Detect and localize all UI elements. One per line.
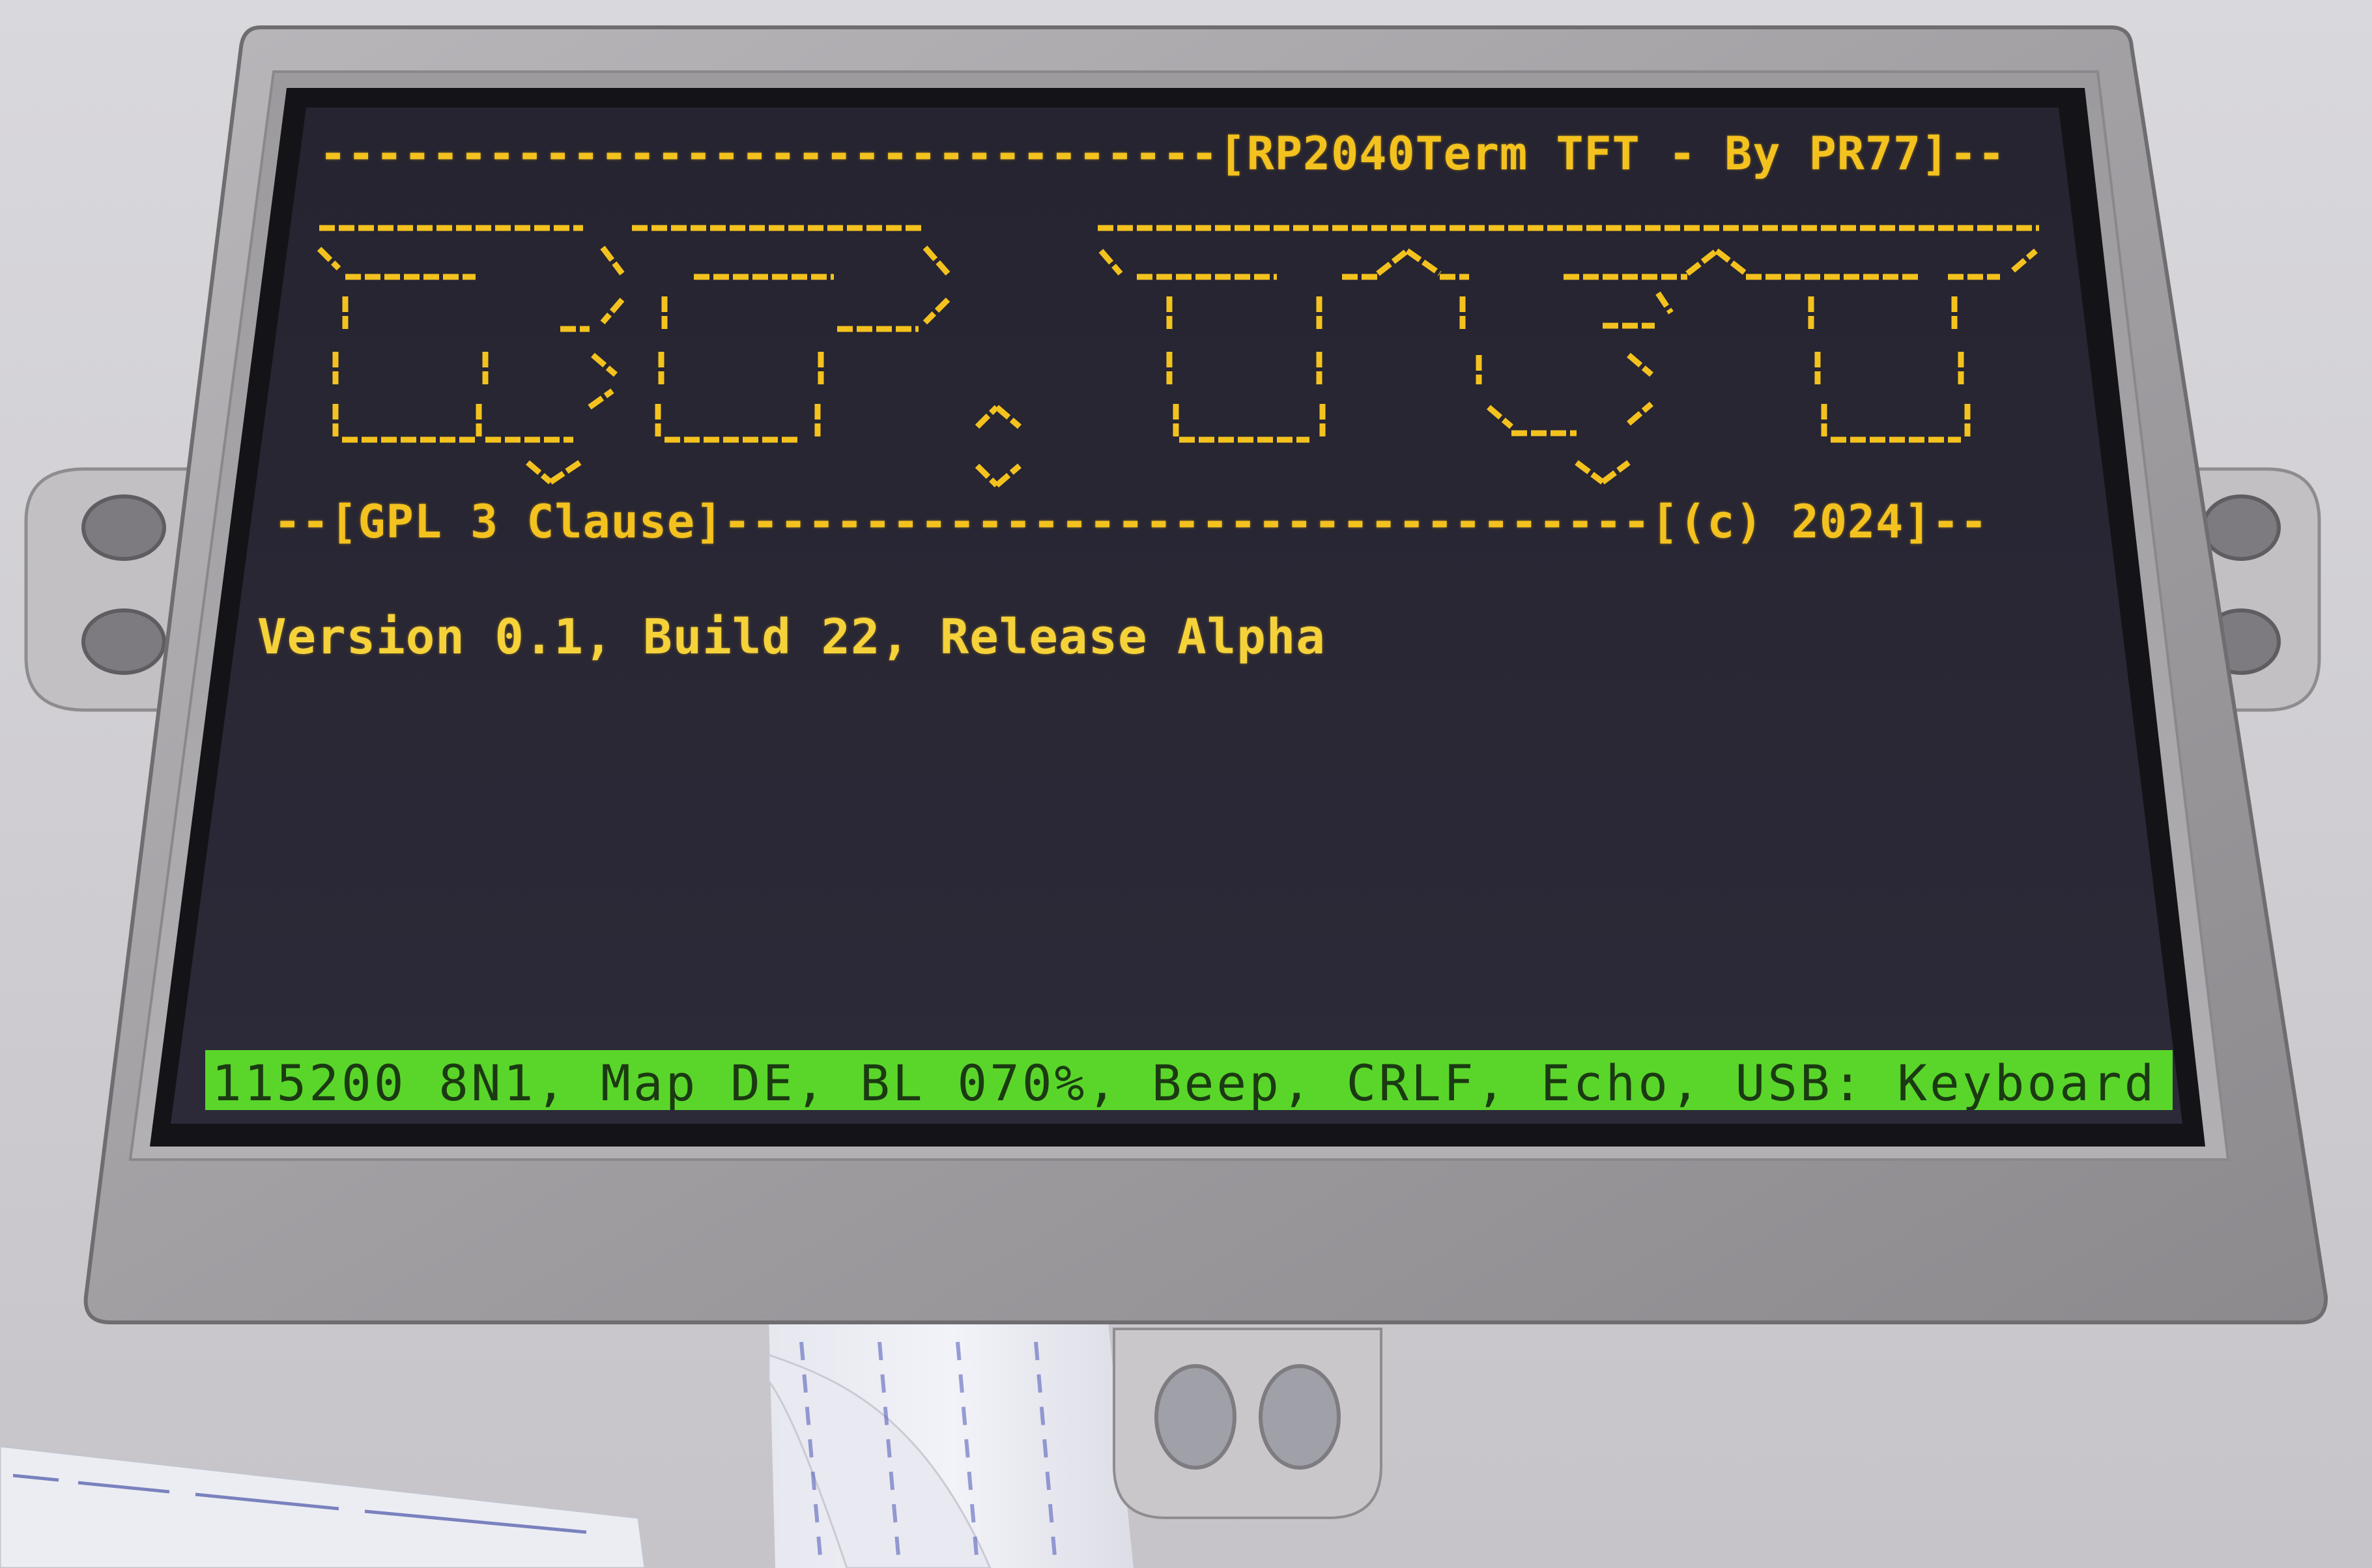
terminal-version-line: Version 0.1, Build 22, Release Alpha: [257, 609, 1326, 665]
ribbon-cable: [0, 1316, 1134, 1568]
status-bar-text: 115200 8N1, Map DE, BL 070%, Beep, CRLF,…: [212, 1054, 2157, 1110]
photo-scene: [0, 25, 2328, 1568]
status-bar: 115200 8N1, Map DE, BL 070%, Beep, CRLF,…: [205, 1050, 2173, 1110]
terminal-license-line: --[GPL 3 Clause]------------------------…: [274, 495, 1988, 549]
bottom-bracket: [1113, 1328, 1382, 1519]
terminal-title-line: --------------------------------[RP2040T…: [319, 127, 2006, 180]
